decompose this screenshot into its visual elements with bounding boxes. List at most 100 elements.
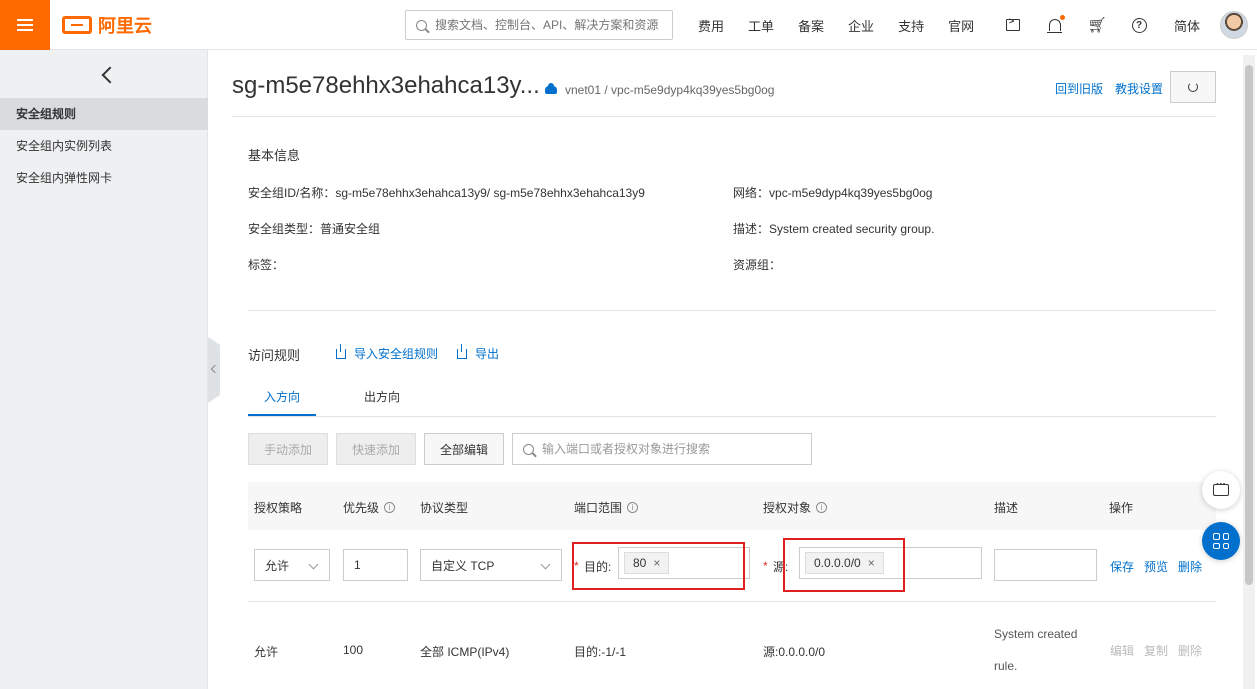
delete-link[interactable]: 删除 (1178, 558, 1202, 575)
info-icon[interactable]: i (816, 502, 828, 513)
sg-id-row: 安全组ID/名称：sg-m5e78ehhx3ehahca13y9/ sg-m5e… (248, 184, 645, 201)
menu-icon (17, 24, 33, 26)
edit-link[interactable]: 编辑 (1110, 642, 1134, 659)
search-icon (416, 19, 427, 31)
sidebar-item-instances[interactable]: 安全组内实例列表 (0, 130, 208, 162)
import-rules-label: 导入安全组规则 (354, 347, 439, 361)
row-desc-line2: rule. (994, 659, 1018, 673)
nav-enterprise[interactable]: 企业 (836, 16, 886, 35)
apps-button[interactable] (1202, 522, 1240, 560)
tab-inbound[interactable]: 入方向 (248, 382, 316, 416)
chevron-down-icon (540, 559, 551, 570)
desc-label: 描述： (733, 222, 770, 236)
teach-me-link[interactable]: 教我设置 (1115, 80, 1163, 97)
resource-group-row: 资源组： (733, 256, 781, 273)
row-policy: 允许 (254, 645, 279, 659)
row-desc-line1: System created (994, 627, 1078, 641)
scrollbar[interactable] (1243, 55, 1255, 689)
sg-type-row: 安全组类型：普通安全组 (248, 220, 380, 237)
vpc-breadcrumb: vnet01 / vpc-m5e9dyp4kq39yes5bg0og (545, 83, 774, 97)
sidebar-collapse-handle[interactable] (208, 337, 220, 403)
notification-dot (1060, 15, 1065, 20)
highlight-box (783, 538, 905, 592)
info-icon[interactable]: i (384, 502, 396, 513)
apps-grid-icon (1213, 533, 1229, 549)
global-search[interactable] (405, 10, 673, 40)
quick-add-button[interactable]: 快速添加 (336, 433, 416, 465)
vpc-breadcrumb-text[interactable]: vnet01 / vpc-m5e9dyp4kq39yes5bg0og (565, 83, 774, 97)
sidebar-item-rules[interactable]: 安全组规则 (0, 98, 208, 130)
delete-link[interactable]: 删除 (1178, 642, 1202, 659)
global-search-input[interactable] (435, 18, 672, 32)
highlight-box (572, 542, 745, 590)
col-description: 描述 (994, 501, 1019, 515)
aliyun-logo[interactable]: 阿里云 (62, 13, 152, 37)
help-button[interactable]: ? (1118, 0, 1160, 50)
scrollbar-thumb[interactable] (1245, 65, 1253, 585)
sg-type-label: 安全组类型： (248, 222, 321, 236)
row-source: 源:0.0.0.0/0 (763, 645, 826, 659)
tag-label: 标签： (248, 258, 285, 272)
cloud-icon (545, 83, 557, 94)
nav-official-site[interactable]: 官网 (936, 16, 986, 35)
export-icon (457, 343, 467, 359)
console-button[interactable] (992, 0, 1034, 50)
col-policy: 授权策略 (254, 501, 303, 515)
top-bar: 阿里云 费用 工单 备案 企业 支持 官网 🛒︎ ? 简体 (0, 0, 1257, 50)
language-switch[interactable]: 简体 (1160, 16, 1214, 35)
network-row: 网络：vpc-m5e9dyp4kq39yes5bg0og (733, 184, 932, 201)
export-link[interactable]: 导出 (457, 343, 500, 362)
back-to-old-version-link[interactable]: 回到旧版 (1055, 80, 1103, 97)
sidebar: 安全组规则 安全组内实例列表 安全组内弹性网卡 (0, 50, 208, 689)
sidebar-item-enis[interactable]: 安全组内弹性网卡 (0, 162, 208, 194)
copy-link[interactable]: 复制 (1144, 642, 1168, 659)
user-avatar[interactable] (1220, 11, 1249, 39)
sg-id-label: 安全组ID/名称： (248, 186, 336, 200)
protocol-select-value: 自定义 TCP (431, 558, 495, 573)
refresh-icon (1188, 82, 1198, 92)
cart-button[interactable]: 🛒︎ (1076, 0, 1118, 50)
rule-search[interactable] (512, 433, 812, 465)
hamburger-menu-button[interactable] (0, 0, 50, 50)
back-chevron-icon[interactable] (104, 64, 116, 81)
sg-type-value: 普通安全组 (320, 222, 381, 236)
manual-add-button[interactable]: 手动添加 (248, 433, 328, 465)
col-auth-object-label: 授权对象 (763, 501, 812, 515)
tabs-divider (248, 416, 1216, 417)
import-rules-link[interactable]: 导入安全组规则 (336, 343, 439, 362)
protocol-select[interactable]: 自定义 TCP (420, 549, 562, 581)
info-icon[interactable]: i (627, 502, 639, 513)
save-link[interactable]: 保存 (1110, 558, 1134, 575)
nav-billing[interactable]: 费用 (686, 16, 736, 35)
col-port-label: 端口范围 (574, 501, 623, 515)
col-priority: 优先级 i (343, 499, 396, 516)
cart-icon: 🛒︎ (1087, 17, 1107, 34)
basic-info-title: 基本信息 (248, 148, 301, 163)
sg-id-value: sg-m5e78ehhx3ehahca13y9/ sg-m5e78ehhx3eh… (335, 186, 645, 200)
row-priority: 100 (343, 643, 364, 657)
priority-input[interactable]: 1 (343, 549, 408, 581)
notification-button[interactable] (1034, 0, 1076, 50)
export-label: 导出 (475, 347, 500, 361)
nav-icp[interactable]: 备案 (786, 16, 836, 35)
edit-all-button[interactable]: 全部编辑 (424, 433, 504, 465)
nav-ticket[interactable]: 工单 (736, 16, 786, 35)
feedback-button[interactable] (1202, 471, 1240, 509)
policy-select[interactable]: 允许 (254, 549, 330, 581)
rule-search-input[interactable] (542, 442, 811, 456)
description-input[interactable] (994, 549, 1097, 581)
col-actions: 操作 (1109, 501, 1134, 515)
tab-outbound[interactable]: 出方向 (348, 382, 416, 416)
preview-link[interactable]: 预览 (1144, 558, 1168, 575)
row-divider (248, 601, 1216, 602)
chevron-down-icon (308, 559, 319, 570)
nav-support[interactable]: 支持 (886, 16, 936, 35)
refresh-button[interactable] (1170, 71, 1216, 103)
col-port: 端口范围 i (574, 499, 639, 516)
logo-text: 阿里云 (98, 16, 152, 36)
help-icon: ? (1131, 17, 1147, 33)
desc-row: 描述：System created security group. (733, 220, 934, 237)
top-icons: 🛒︎ ? 简体 (992, 0, 1249, 50)
required-mark: * (763, 559, 768, 573)
logo-mark-icon (62, 16, 92, 34)
